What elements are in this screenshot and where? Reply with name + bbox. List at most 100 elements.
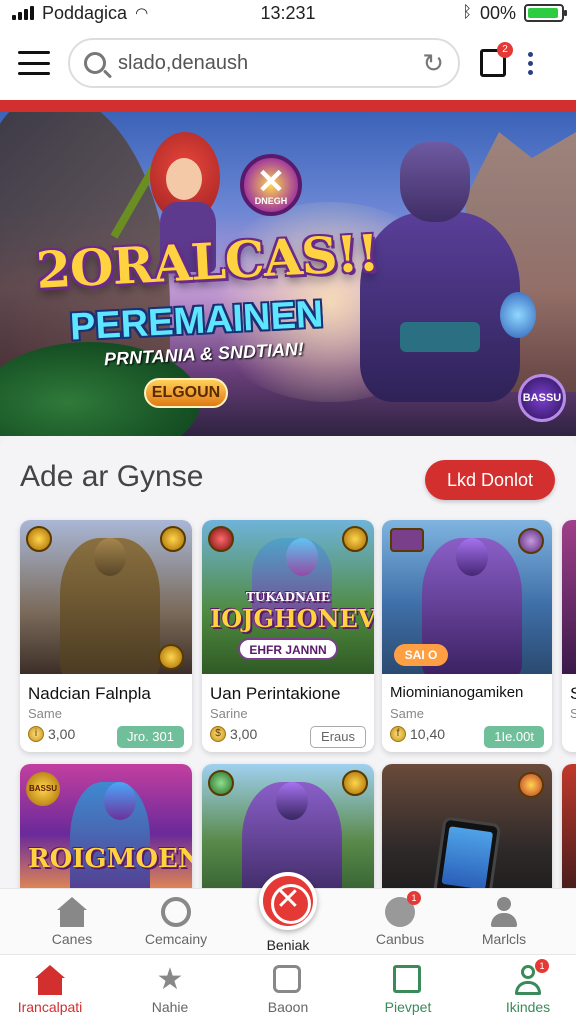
game-card[interactable]: SAI O Miominianogamiken Same f 10,40 1Ie.… bbox=[382, 520, 552, 752]
game-art-pill: EHFR JANNN bbox=[238, 638, 338, 660]
game-card[interactable] bbox=[382, 764, 552, 904]
close-circle-icon[interactable]: ✕ bbox=[259, 872, 317, 930]
tab-label: Nahie bbox=[151, 999, 189, 1015]
game-card[interactable]: Nadcian Falnpla Same i 3,00 Jro. 301 bbox=[20, 520, 192, 752]
sword-icon bbox=[208, 770, 234, 796]
status-bar: Poddagica ◠ 13:231 ᛒ 00% bbox=[0, 0, 576, 26]
castle-icon bbox=[390, 528, 424, 552]
game-title: S bbox=[570, 684, 576, 703]
tab-nahie[interactable]: ★ Nahie bbox=[120, 963, 220, 1016]
star-icon: ★ bbox=[156, 963, 184, 996]
game-card-art bbox=[382, 764, 552, 904]
game-tag[interactable]: 1Ie.00t bbox=[484, 726, 544, 748]
tab-label: Beniak bbox=[266, 937, 310, 953]
tab-label: Ikindes bbox=[505, 999, 551, 1015]
search-icon bbox=[84, 52, 106, 74]
chart-icon bbox=[393, 965, 423, 995]
game-card-art: TUKADNAIE IOJGHONEV EHFR JANNN bbox=[202, 520, 374, 674]
notification-icon[interactable]: 2 bbox=[480, 42, 513, 77]
app-header: ↻ 2 bbox=[0, 26, 576, 100]
search-bar[interactable]: ↻ bbox=[68, 38, 460, 88]
download-button[interactable]: Lkd Donlot bbox=[425, 460, 555, 500]
game-card-partial[interactable]: S S bbox=[562, 520, 576, 752]
game-price: f 10,40 bbox=[390, 726, 445, 742]
game-card[interactable]: BASSU ROIGMOEN bbox=[20, 764, 192, 904]
tab-profile[interactable]: Marlcls bbox=[454, 897, 554, 947]
rank-icon bbox=[26, 526, 52, 552]
game-tag[interactable]: Eraus bbox=[310, 726, 366, 748]
game-title: Nadcian Falnpla bbox=[28, 684, 151, 703]
tab-label: Canbus bbox=[375, 931, 425, 947]
villain-illustration bbox=[340, 142, 540, 436]
home-icon bbox=[35, 965, 65, 995]
battery-percent: 00% bbox=[479, 2, 516, 23]
hero-banner[interactable]: ✕ DNEGH 2ORALCAS!! PEREMAINEN PRNTANIA &… bbox=[0, 112, 576, 436]
game-subtitle: Sarine bbox=[210, 706, 248, 721]
game-art-badge: BASSU bbox=[26, 772, 60, 806]
tab-center[interactable]: Beniak bbox=[238, 933, 338, 953]
coin-icon: i bbox=[28, 726, 44, 742]
signal-icon bbox=[12, 6, 34, 20]
coin-icon: $ bbox=[210, 726, 226, 742]
tab-badge: 1 bbox=[535, 959, 549, 973]
tab-baoon[interactable]: Baoon bbox=[238, 965, 338, 1015]
game-card-art: BASSU ROIGMOEN bbox=[20, 764, 192, 904]
section-title: Ade ar Gynse bbox=[20, 460, 204, 493]
tab-label: Marlcls bbox=[481, 931, 527, 947]
hero-login-button[interactable]: ELGOUN bbox=[144, 378, 228, 408]
game-price: $3,00 bbox=[210, 726, 257, 742]
tab-label: Baoon bbox=[267, 999, 309, 1015]
rank-icon bbox=[342, 526, 368, 552]
sword-icon bbox=[208, 526, 234, 552]
game-art-pill: SAI O bbox=[394, 644, 448, 666]
battery-icon bbox=[524, 4, 567, 22]
tab-pievpet[interactable]: Pievpet bbox=[358, 965, 458, 1015]
coin-icon: f bbox=[390, 726, 406, 742]
game-card-partial[interactable] bbox=[562, 764, 576, 904]
game-card[interactable]: TUKADNAIE IOJGHONEV EHFR JANNN Uan Perin… bbox=[202, 520, 374, 752]
game-art-title: IOJGHONEV bbox=[210, 604, 374, 633]
search-input[interactable] bbox=[118, 51, 423, 75]
tab-canbus[interactable]: 1 Canbus bbox=[350, 891, 450, 947]
tab-games[interactable]: Canes bbox=[22, 897, 122, 947]
tab-company[interactable]: Cemcainy bbox=[126, 897, 226, 947]
game-card-art: SAI O bbox=[382, 520, 552, 674]
rank-icon bbox=[160, 526, 186, 552]
header-divider bbox=[0, 100, 576, 112]
user-icon bbox=[489, 897, 519, 927]
horn-icon bbox=[518, 528, 544, 554]
game-art-title: ROIGMOEN bbox=[28, 844, 192, 874]
rank-icon bbox=[342, 770, 368, 796]
home-icon bbox=[57, 897, 87, 927]
tab-bar-bottom: Irancalpati ★ Nahie Baoon Pievpet 1 Ikin… bbox=[0, 954, 576, 1024]
wifi-icon: ◠ bbox=[135, 5, 149, 22]
tab-ikindes[interactable]: 1 Ikindes bbox=[478, 959, 576, 1015]
coin-icon bbox=[158, 644, 184, 670]
game-price: i 3,00 bbox=[28, 726, 75, 742]
refresh-icon[interactable]: ↻ bbox=[422, 48, 444, 79]
game-card-art bbox=[562, 764, 576, 904]
game-card-art bbox=[562, 520, 576, 674]
hero-corner-badge[interactable]: BASSU bbox=[518, 374, 566, 422]
tab-label: Canes bbox=[51, 931, 93, 947]
rank-icon bbox=[518, 772, 544, 798]
tab-label: Cemcainy bbox=[144, 931, 208, 947]
game-subtitle: Same bbox=[390, 706, 424, 721]
clock: 13:231 bbox=[260, 2, 316, 23]
game-tag[interactable]: Jro. 301 bbox=[117, 726, 184, 748]
tab-badge: 1 bbox=[407, 891, 421, 905]
game-subtitle: S bbox=[570, 706, 576, 721]
tab-home[interactable]: Irancalpati bbox=[0, 965, 100, 1015]
game-art-subtitle: TUKADNAIE bbox=[245, 590, 331, 604]
globe-icon bbox=[161, 897, 191, 927]
menu-icon[interactable] bbox=[18, 51, 50, 75]
bluetooth-icon: ᛒ bbox=[462, 4, 472, 21]
game-card-art bbox=[20, 520, 192, 674]
carrier-name: Poddagica bbox=[42, 2, 128, 23]
face-icon bbox=[273, 965, 303, 995]
more-options-icon[interactable] bbox=[528, 51, 533, 75]
tab-label: Pievpet bbox=[384, 999, 432, 1015]
game-title: Miominianogamiken bbox=[390, 684, 524, 701]
notification-badge: 2 bbox=[497, 42, 513, 58]
user-icon: 1 bbox=[513, 959, 549, 995]
